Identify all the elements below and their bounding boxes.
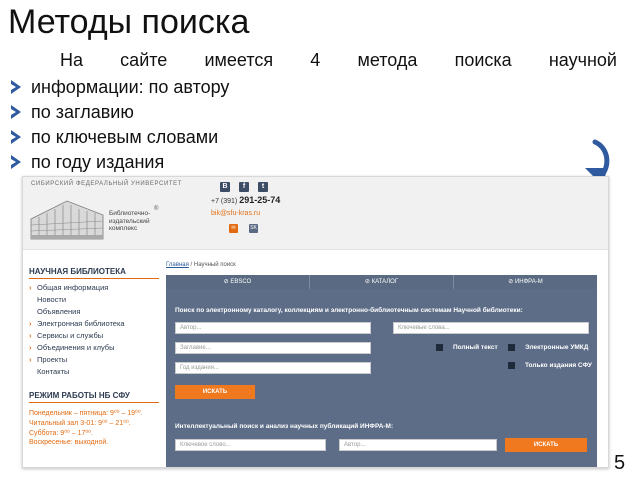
author-input[interactable]: Автор...: [175, 322, 371, 334]
chevron-right-icon: [11, 105, 21, 119]
bullet-item: информации: по автору: [8, 76, 229, 98]
checkbox-box[interactable]: [508, 362, 515, 369]
intel-author-input[interactable]: Автор...: [339, 439, 497, 451]
chevron-right-icon: ›: [29, 343, 32, 352]
publisher-line: Библиотечно-: [109, 210, 151, 217]
divider: [29, 278, 159, 279]
phone-digits: 291-25-74: [239, 195, 281, 205]
sidebar-item-clubs[interactable]: › Объединения и клубы: [29, 343, 114, 352]
checkbox-box[interactable]: [436, 344, 443, 351]
bullet-text: по заглавию: [31, 102, 134, 122]
chevron-right-icon: [11, 155, 21, 169]
intel-keyword-input[interactable]: Ключевое слово...: [175, 439, 326, 451]
sfu-only-checkbox[interactable]: Только издания СФУ: [508, 362, 592, 369]
chevron-right-icon: [11, 80, 21, 94]
checkbox-label: Только издания СФУ: [525, 362, 592, 369]
sidebar-item-label: Контакты: [37, 367, 70, 376]
website-screenshot: СИБИРСКИЙ ФЕДЕРАЛЬНЫЙ УНИВЕРСИТЕТ Библио…: [22, 176, 609, 468]
chevron-right-icon: ›: [29, 319, 32, 328]
intro-text: На сайте имеется 4 метода поиска научной: [60, 50, 617, 70]
publisher-line: комплекс: [109, 225, 138, 232]
breadcrumb-home-link[interactable]: Главная: [166, 262, 189, 268]
vk-icon[interactable]: В: [220, 182, 230, 192]
bullet-text: по году издания: [31, 152, 165, 172]
publisher-name: Библиотечно- издательский комплекс: [109, 210, 157, 233]
chevron-right-icon: ›: [29, 355, 32, 364]
registered-mark: ®: [154, 206, 159, 212]
sidebar-item-label: Объединения и клубы: [37, 343, 115, 352]
checkbox-box[interactable]: [508, 344, 515, 351]
umkd-checkbox[interactable]: Электронные УМКД: [508, 344, 588, 351]
hours-section-title: РЕЖИМ РАБОТЫ НБ СФУ: [29, 391, 130, 400]
sidebar: НАУЧНАЯ БИБЛИОТЕКА › Общая информация Нов…: [29, 261, 164, 467]
sidebar-section-title: НАУЧНАЯ БИБЛИОТЕКА: [29, 267, 126, 276]
university-name: СИБИРСКИЙ ФЕДЕРАЛЬНЫЙ УНИВЕРСИТЕТ: [31, 181, 182, 187]
email-link[interactable]: bik@sfu-kras.ru: [211, 210, 260, 217]
breadcrumb: Главная / Научный поиск: [166, 262, 236, 268]
bullet-item: по заглавию: [8, 101, 134, 123]
intel-search-button[interactable]: ИСКАТЬ: [505, 438, 587, 452]
bullet-item: по году издания: [8, 151, 164, 173]
tab-infra-m[interactable]: ⊘ ИНФРА-М: [454, 275, 597, 289]
divider: [29, 402, 159, 403]
mail-icon[interactable]: ✉: [229, 224, 238, 233]
hours-line: Суббота: 9⁰⁰ – 17⁰⁰.: [29, 430, 93, 437]
breadcrumb-separator: /: [190, 262, 193, 268]
sidebar-item-label: Сервисы и службы: [37, 331, 104, 340]
hours-line: Воскресенье: выходной.: [29, 439, 109, 446]
bullet-item: по ключевым словами: [8, 126, 218, 148]
sidebar-item-projects[interactable]: › Проекты: [29, 355, 67, 364]
keywords-input[interactable]: Ключевые слова...: [393, 322, 589, 334]
phone-prefix: +7 (391): [211, 198, 238, 205]
intel-search-title: Интеллектуальный поиск и анализ научных …: [175, 423, 394, 430]
hours-line: Читальный зал 3-01: 9⁰⁰ – 21⁰⁰.: [29, 420, 131, 427]
sidebar-item-news[interactable]: Новости: [29, 295, 66, 304]
bullet-text: по ключевым словами: [31, 127, 219, 147]
fulltext-checkbox[interactable]: Полный текст: [436, 344, 498, 351]
sidebar-item-label: Проекты: [37, 355, 68, 364]
sidebar-item-announcements[interactable]: Объявления: [29, 307, 80, 316]
site-header: СИБИРСКИЙ ФЕДЕРАЛЬНЫЙ УНИВЕРСИТЕТ Библио…: [23, 177, 608, 250]
slide-title: Методы поиска: [8, 3, 250, 41]
sidebar-item-label: Общая информация: [37, 283, 109, 292]
search-button[interactable]: ИСКАТЬ: [175, 385, 255, 399]
sidebar-item-e-library[interactable]: › Электронная библиотека: [29, 319, 125, 328]
search-panel-title: Поиск по электронному каталогу, коллекци…: [175, 307, 523, 314]
twitter-icon[interactable]: t: [258, 182, 268, 192]
search-panel: Поиск по электронному каталогу, коллекци…: [166, 289, 597, 467]
breadcrumb-current: Научный поиск: [193, 262, 236, 268]
sidebar-item-services[interactable]: › Сервисы и службы: [29, 331, 103, 340]
tab-catalog[interactable]: ⊘ КАТАЛОГ: [310, 275, 454, 289]
checkbox-label: Электронные УМКД: [525, 344, 589, 351]
title-input[interactable]: Заглавие...: [175, 342, 371, 354]
search-tabs: ⊘ EBSCO ⊘ КАТАЛОГ ⊘ ИНФРА-М: [166, 275, 597, 289]
sidebar-item-label: Объявления: [37, 307, 81, 316]
sidebar-item-label: Электронная библиотека: [37, 319, 125, 328]
sidebar-item-label: Новости: [37, 295, 67, 304]
phone-number: +7 (391) 291-25-74: [211, 195, 280, 205]
chevron-right-icon: [11, 130, 21, 144]
facebook-icon[interactable]: f: [239, 182, 249, 192]
hours-line: Понедельник – пятница: 9⁰⁰ – 19⁰⁰.: [29, 410, 143, 417]
bullet-text: информации: по автору: [31, 77, 230, 97]
publisher-line: издательский: [109, 217, 150, 225]
year-input[interactable]: Год издания...: [175, 362, 371, 374]
chevron-right-icon: ›: [29, 331, 32, 340]
chevron-right-icon: ›: [29, 283, 32, 292]
library-building-logo: [30, 200, 104, 240]
slide-number: 5: [614, 452, 626, 474]
sidebar-item-general[interactable]: › Общая информация: [29, 283, 108, 292]
checkbox-label: Полный текст: [453, 344, 498, 351]
sk-icon[interactable]: SK: [249, 224, 258, 233]
tab-ebsco[interactable]: ⊘ EBSCO: [166, 275, 310, 289]
sidebar-item-contacts[interactable]: Контакты: [29, 367, 69, 376]
